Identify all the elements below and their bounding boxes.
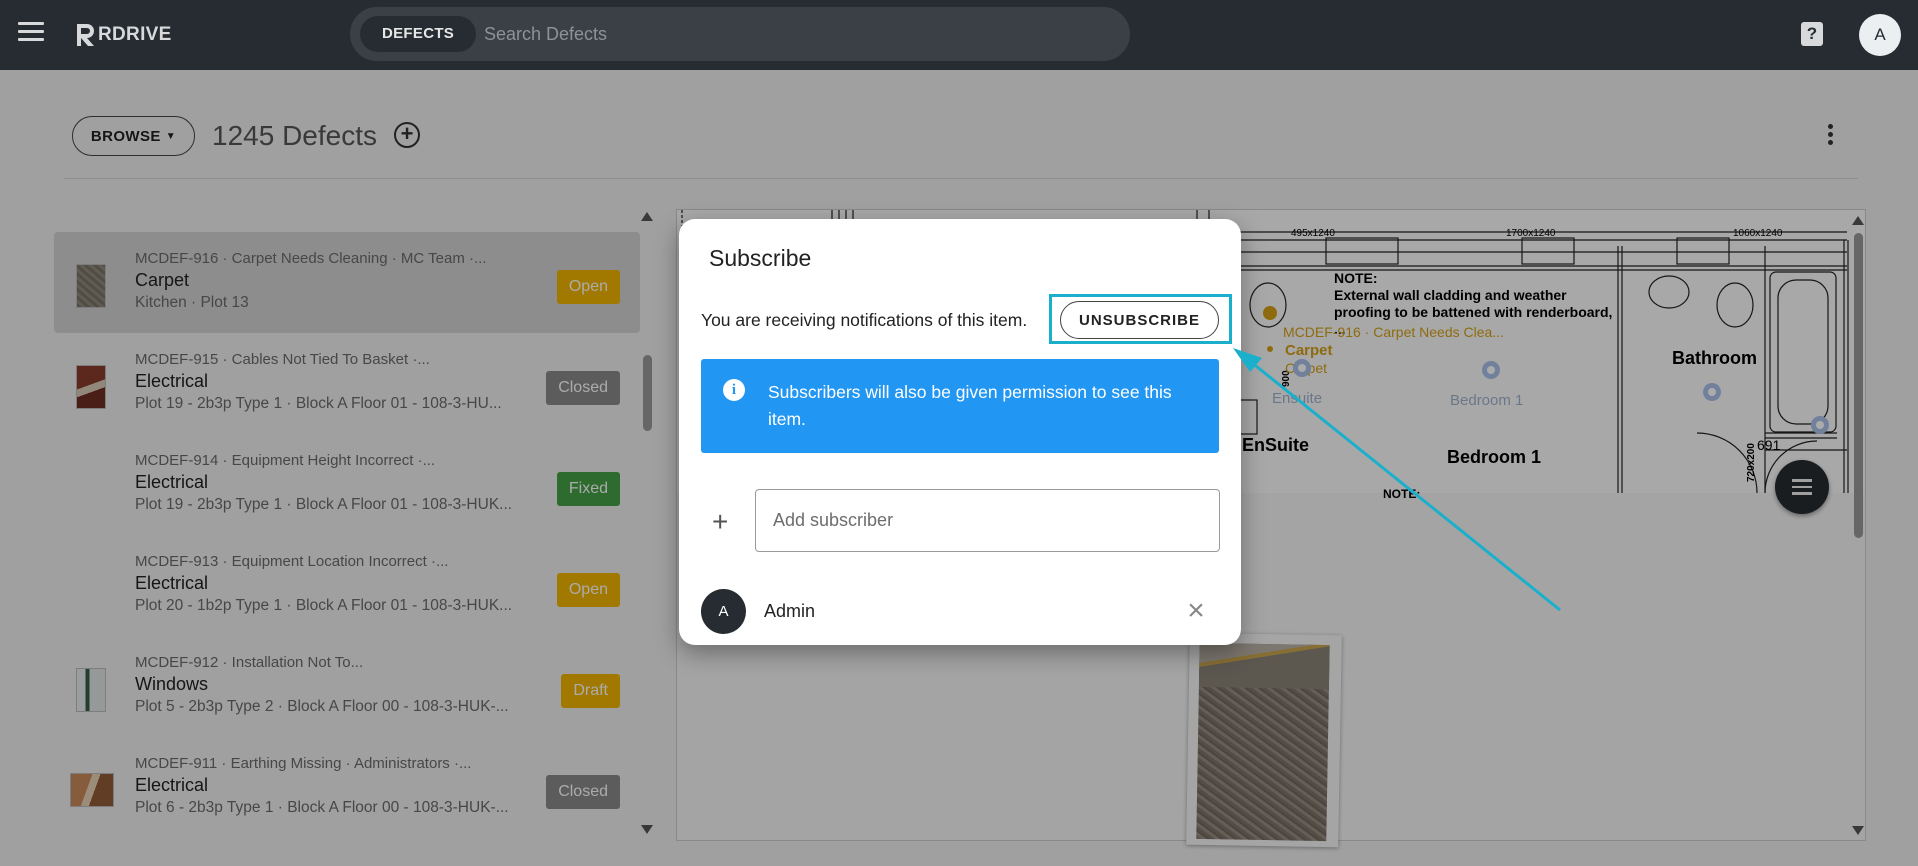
subscription-message: You are receiving notifications of this … xyxy=(701,310,1028,330)
brand-mark-icon xyxy=(77,24,94,46)
add-subscriber-input[interactable] xyxy=(755,489,1220,552)
search-scope-chip[interactable]: DEFECTS xyxy=(360,16,477,52)
subscriber-avatar: A xyxy=(701,589,746,634)
info-text: Subscribers will also be given permissio… xyxy=(768,382,1172,429)
annotation-highlight-box xyxy=(1049,294,1232,344)
info-banner: i Subscribers will also be given permiss… xyxy=(701,359,1219,453)
help-icon[interactable]: ? xyxy=(1801,22,1823,46)
top-app-bar: RDRIVE DEFECTS ? A xyxy=(0,0,1918,70)
dialog-title: Subscribe xyxy=(709,245,812,271)
search-input[interactable] xyxy=(484,16,1084,52)
hamburger-menu-icon[interactable] xyxy=(18,22,44,46)
subscriber-name: Admin xyxy=(764,601,816,621)
brand-name: RDRIVE xyxy=(98,24,172,45)
info-icon: i xyxy=(723,379,745,401)
brand-logo[interactable]: RDRIVE xyxy=(74,20,172,50)
subscribe-dialog: Subscribe You are receiving notification… xyxy=(679,219,1241,645)
add-subscriber-plus-icon[interactable]: + xyxy=(712,508,728,536)
search-bar: DEFECTS xyxy=(350,7,1130,61)
user-avatar[interactable]: A xyxy=(1859,14,1901,56)
remove-subscriber-close-icon[interactable]: × xyxy=(1181,596,1211,626)
